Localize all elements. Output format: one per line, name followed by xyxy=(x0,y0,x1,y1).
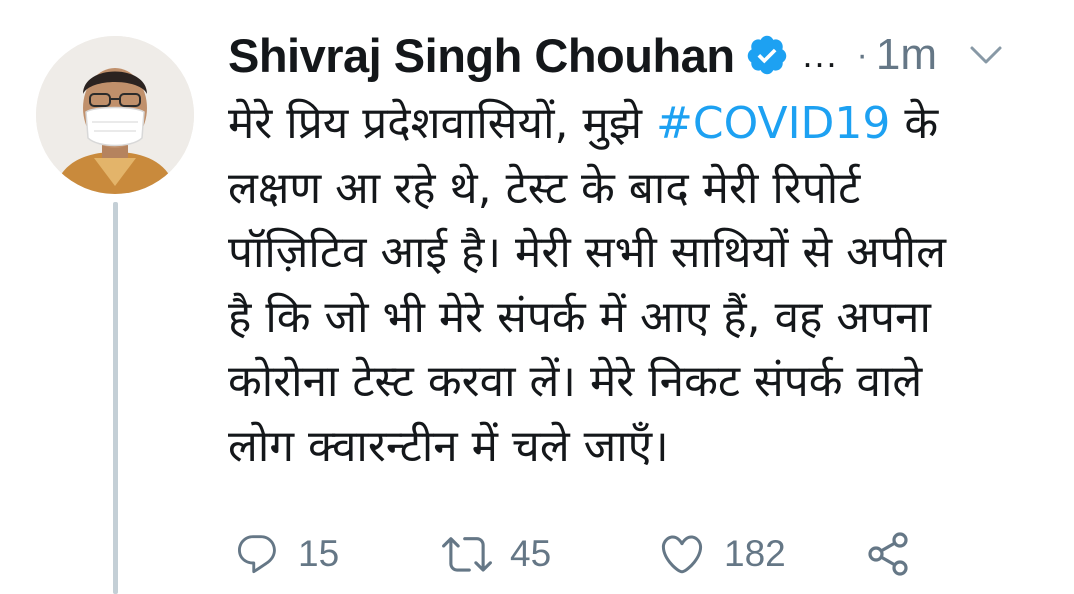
tweet-line: लक्षण आ रहे थे, टेस्ट के बाद मेरी रिपोर्… xyxy=(228,162,861,214)
verified-badge-icon xyxy=(745,33,789,77)
heart-icon xyxy=(661,535,703,574)
more-indicator: ... xyxy=(802,34,839,75)
separator-dot: · xyxy=(856,35,868,74)
tweet-line-text: के xyxy=(890,98,939,149)
share-icon xyxy=(868,532,908,576)
tweet-line: है कि जो भी मेरे संपर्क में आए हैं, वह अ… xyxy=(228,291,931,343)
like-count: 182 xyxy=(724,533,786,574)
author-name[interactable]: Shivraj Singh Chouhan xyxy=(228,28,735,83)
like-button[interactable]: 182 xyxy=(658,522,786,586)
avatar-image xyxy=(36,36,194,194)
share-button[interactable] xyxy=(864,522,912,586)
chevron-down-icon[interactable] xyxy=(969,44,1003,66)
tweet-line: लोग क्वारन्टीन में चले जाएँ। xyxy=(228,420,669,472)
reply-icon xyxy=(238,535,276,574)
hashtag-link[interactable]: #COVID19 xyxy=(656,98,890,149)
tweet-line: पॉज़िटिव आई है। मेरी सभी साथियों से अपील xyxy=(228,227,946,278)
tweet-header: Shivraj Singh Chouhan ... · 1m xyxy=(228,22,1058,88)
reply-button[interactable]: 15 xyxy=(234,522,339,586)
thread-line xyxy=(113,202,118,594)
avatar[interactable] xyxy=(36,36,194,194)
tweet-line-text: मेरे प्रिय प्रदेशवासियों, मुझे xyxy=(228,98,657,149)
tweet-time[interactable]: 1m xyxy=(876,30,937,80)
reply-count: 15 xyxy=(298,533,340,574)
retweet-count: 45 xyxy=(510,533,552,574)
tweet-actions: 15 45 182 xyxy=(228,522,988,586)
retweet-icon xyxy=(442,537,492,572)
tweet-text: मेरे प्रिय प्रदेशवासियों, मुझे #COVID19 … xyxy=(228,92,1058,479)
tweet-line: कोरोना टेस्ट करवा लें। मेरे निकट संपर्क … xyxy=(228,356,923,407)
retweet-button[interactable]: 45 xyxy=(442,522,551,586)
tweet-line: मेरे प्रिय प्रदेशवासियों, मुझे #COVID19 … xyxy=(228,92,1058,157)
